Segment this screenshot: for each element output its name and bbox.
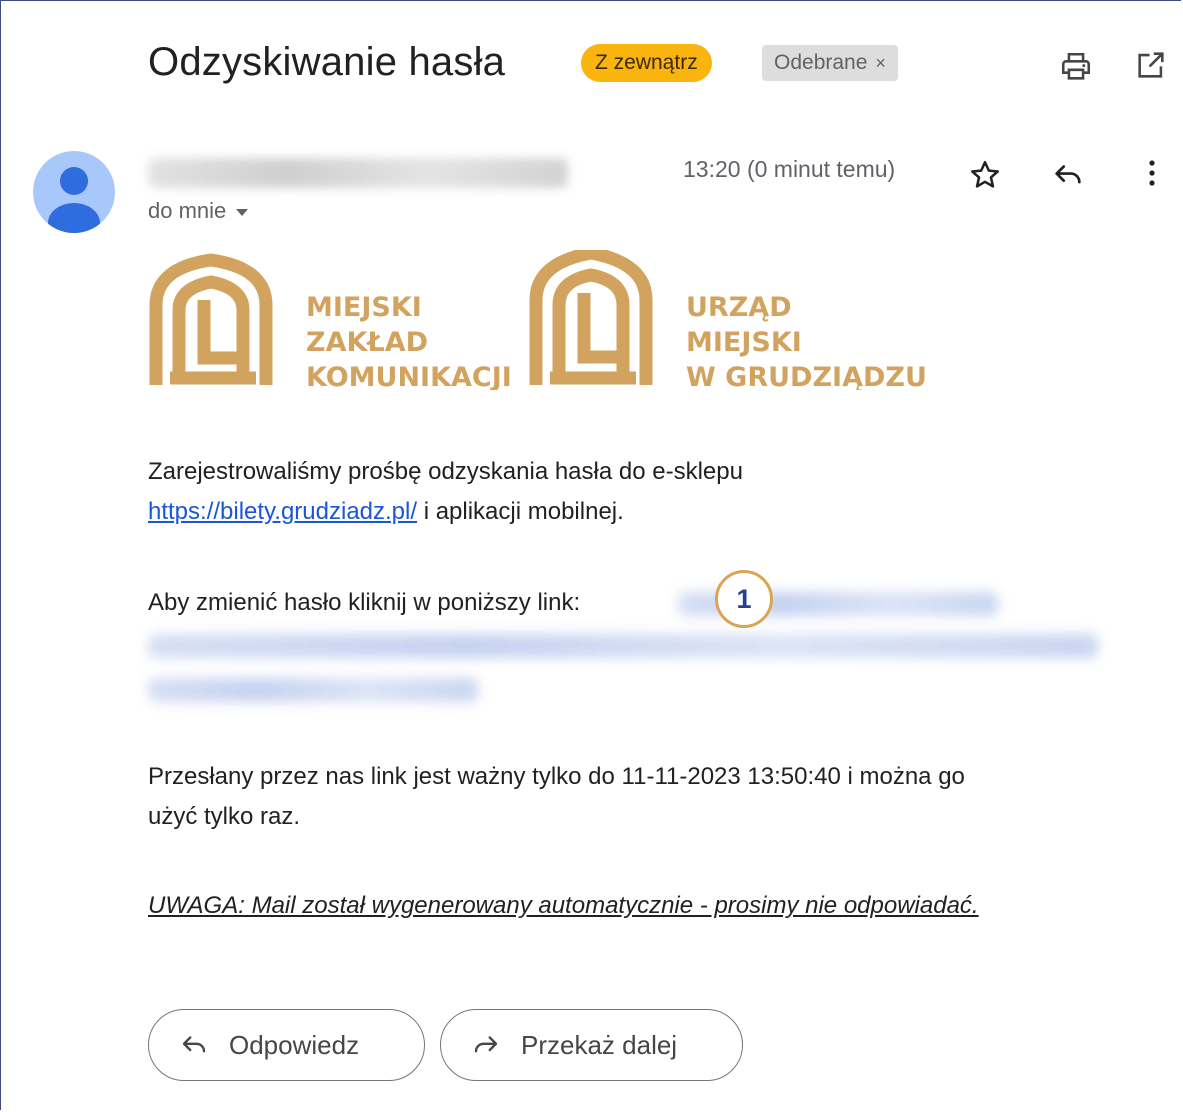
email-subject: Odzyskiwanie hasła <box>148 40 506 84</box>
step-marker: 1 <box>715 570 773 628</box>
um-logo-line1: URZĄD <box>686 292 792 323</box>
body-paragraph-1: Zarejestrowaliśmy prośbę odzyskania hasł… <box>148 452 1148 532</box>
star-icon[interactable] <box>968 158 1002 192</box>
open-in-new-window-icon[interactable] <box>1134 48 1168 82</box>
um-logo-line2: MIEJSKI <box>686 327 802 358</box>
person-icon <box>48 167 100 233</box>
recipient-label: do mnie <box>148 198 227 223</box>
avatar[interactable] <box>33 151 115 233</box>
body-paragraph-3-line2: użyć tylko raz. <box>148 803 301 830</box>
body-paragraph-1-text: Zarejestrowaliśmy prośbę odzyskania hasł… <box>148 458 743 485</box>
mzk-logo-line1: MIEJSKI <box>306 292 422 323</box>
print-icon[interactable] <box>1059 50 1093 84</box>
um-logo-line3: W GRUDZIĄDZU <box>686 362 927 390</box>
forward-icon <box>474 1036 498 1053</box>
recipient-toggle[interactable]: do mnie <box>148 198 249 224</box>
external-label[interactable]: Z zewnątrz <box>581 44 712 82</box>
body-paragraph-3-line1: Przesłany przez nas link jest ważny tylk… <box>148 763 965 790</box>
reset-link-redacted-2[interactable] <box>148 634 1098 658</box>
reply-icon <box>182 1036 206 1053</box>
more-vert-icon[interactable] <box>1138 156 1166 190</box>
email-time: 13:20 (0 minut temu) <box>683 156 896 182</box>
mzk-logo-line2: ZAKŁAD <box>306 327 428 358</box>
body-paragraph-1-tail: i aplikacji mobilnej. <box>417 498 624 525</box>
logo-banner: MIEJSKI ZAKŁAD KOMUNIKACJI URZĄD MIEJSKI… <box>149 250 927 390</box>
inbox-label[interactable]: Odebrane × <box>762 45 898 81</box>
reply-button[interactable]: Odpowiedz <box>148 1009 425 1081</box>
body-paragraph-3: Przesłany przez nas link jest ważny tylk… <box>148 757 1168 837</box>
shop-link[interactable]: https://bilety.grudziadz.pl/ <box>148 498 417 525</box>
reset-link-redacted-3[interactable] <box>148 678 478 702</box>
body-paragraph-2-text: Aby zmienić hasło kliknij w poniższy lin… <box>148 589 581 616</box>
reply-icon[interactable] <box>1051 158 1085 192</box>
remove-label-icon[interactable]: × <box>875 53 886 73</box>
auto-generated-warning: UWAGA: Mail został wygenerowany automaty… <box>148 892 979 919</box>
sender-address-redacted[interactable] <box>148 158 568 188</box>
mzk-logo-emblem <box>149 253 273 385</box>
reply-button-label: Odpowiedz <box>229 1029 360 1060</box>
mzk-logo-line3: KOMUNIKACJI <box>306 362 512 390</box>
forward-button[interactable]: Przekaż dalej <box>440 1009 743 1081</box>
chevron-down-icon <box>236 208 249 216</box>
body-paragraph-2: Aby zmienić hasło kliknij w poniższy lin… <box>148 583 1148 623</box>
forward-button-label: Przekaż dalej <box>521 1029 678 1060</box>
inbox-label-text: Odebrane <box>774 51 868 74</box>
um-logo-emblem <box>529 250 653 385</box>
